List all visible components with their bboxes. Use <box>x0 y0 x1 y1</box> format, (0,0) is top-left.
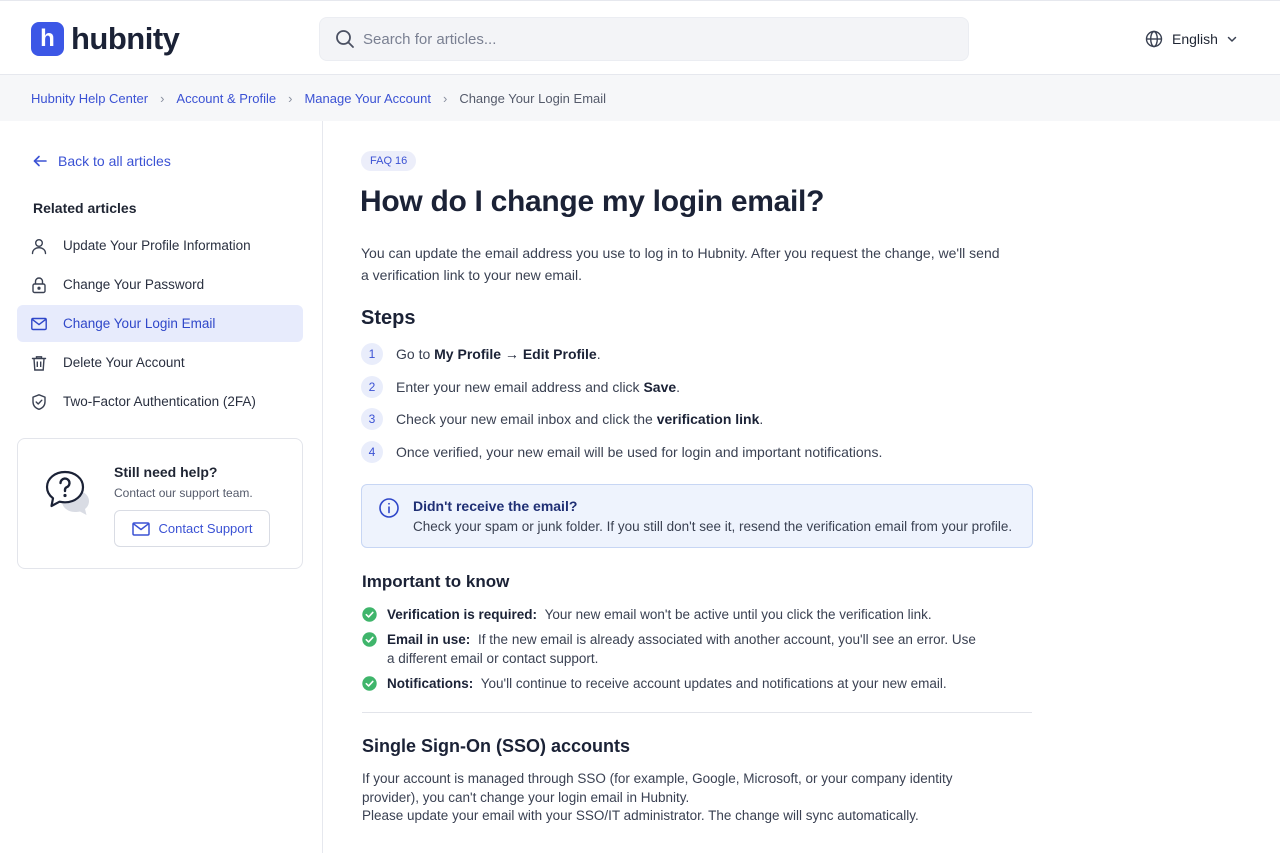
faq-badge: FAQ 16 <box>361 151 417 171</box>
user-icon <box>31 238 47 254</box>
chevron-right-icon: › <box>160 91 165 106</box>
important-item-label: Verification is required: <box>387 607 538 622</box>
related-article-2fa[interactable]: Two-Factor Authentication (2FA) <box>17 383 303 420</box>
section-divider <box>362 712 1032 713</box>
step-text: Once verified, your new email will be us… <box>396 443 883 460</box>
logo[interactable]: h hubnity <box>31 21 180 57</box>
trash-icon <box>31 355 47 371</box>
article: FAQ 16 How do I change my login email? Y… <box>324 121 1280 853</box>
steps-heading: Steps <box>361 307 416 329</box>
help-card: Still need help? Contact our support tea… <box>17 438 303 569</box>
info-icon <box>379 498 399 518</box>
help-subtitle: Contact our support team. <box>114 486 253 500</box>
sso-heading: Single Sign-On (SSO) accounts <box>362 736 631 756</box>
language-selector[interactable]: English <box>1145 30 1238 48</box>
related-article-label: Delete Your Account <box>63 355 185 370</box>
step-item: 4 Once verified, your new email will be … <box>361 440 883 463</box>
article-intro: You can update the email address you use… <box>361 245 1000 283</box>
sso-text-2: Please update your email with your SSO/I… <box>362 808 919 823</box>
top-header: h hubnity English <box>0 0 1280 75</box>
related-article-update-profile[interactable]: Update Your Profile Information <box>17 227 303 264</box>
breadcrumb-current: Change Your Login Email <box>459 91 607 106</box>
step-number: 3 <box>361 408 383 430</box>
step-item: 2 Enter your new email address and click… <box>361 375 882 398</box>
step-text: Go to My Profile → Edit Profile. <box>396 346 601 362</box>
related-article-change-password[interactable]: Change Your Password <box>17 266 303 303</box>
check-circle-icon <box>362 607 377 622</box>
shield-icon <box>32 393 46 410</box>
breadcrumb-link[interactable]: Hubnity Help Center <box>31 91 148 106</box>
search-bar[interactable] <box>319 17 969 61</box>
step-item: 3 Check your new email inbox and click t… <box>361 408 882 430</box>
notice-title: Didn't receive the email? <box>413 498 578 514</box>
breadcrumb-bar: Hubnity Help Center › Account & Profile … <box>0 75 1280 121</box>
search-input[interactable] <box>363 30 943 48</box>
contact-support-button[interactable]: Contact Support <box>114 510 270 547</box>
step-text: Check your new email inbox and click the… <box>396 411 764 427</box>
related-article-label: Update Your Profile Information <box>63 238 251 253</box>
important-item-label: Email in use: <box>387 632 471 647</box>
check-circle-icon <box>362 676 377 691</box>
related-article-label: Two-Factor Authentication (2FA) <box>63 394 256 409</box>
search-icon <box>336 30 354 48</box>
chevron-down-icon <box>1227 36 1237 42</box>
chevron-right-icon: › <box>288 91 293 106</box>
chevron-right-icon: › <box>442 91 448 106</box>
important-list: Verification is required: Your new email… <box>362 605 982 699</box>
related-article-label: Change Your Password <box>63 277 205 292</box>
back-label: Back to all articles <box>58 153 171 169</box>
contact-support-label: Contact Support <box>158 521 253 536</box>
lock-icon <box>32 276 46 293</box>
related-articles-list: Update Your Profile Information Change Y… <box>17 227 303 422</box>
important-heading: Important to know <box>362 572 510 591</box>
language-label: English <box>1172 31 1218 47</box>
related-article-label: Change Your Login Email <box>63 316 216 331</box>
back-to-articles-link[interactable]: Back to all articles <box>32 153 171 169</box>
help-title: Still need help? <box>114 464 218 480</box>
related-article-change-login-email[interactable]: Change Your Login Email <box>17 305 303 342</box>
important-item-text: You'll continue to receive account updat… <box>480 676 947 691</box>
page-title: How do I change my login email? <box>360 185 825 218</box>
steps-list: 1 Go to My Profile → Edit Profile. 2 Ent… <box>361 343 882 473</box>
important-item-text: If the new email is already associated w… <box>387 632 976 666</box>
arrow-left-icon <box>33 155 47 167</box>
notice-text: Check your spam or junk folder. If you s… <box>413 519 1013 534</box>
important-item: Verification is required: Your new email… <box>362 605 982 624</box>
mail-icon <box>131 521 150 536</box>
globe-icon <box>1145 30 1163 48</box>
breadcrumb: Hubnity Help Center › Account & Profile … <box>31 91 606 106</box>
info-notice: Didn't receive the email? Check your spa… <box>361 484 1033 548</box>
related-articles-heading: Related articles <box>33 200 137 216</box>
breadcrumb-link[interactable]: Manage Your Account <box>304 91 431 106</box>
important-item: Notifications: You'll continue to receiv… <box>362 674 982 693</box>
step-number: 1 <box>361 343 383 365</box>
logo-mark: h <box>31 22 64 56</box>
important-item-label: Notifications: <box>387 676 474 691</box>
step-number: 2 <box>361 375 383 398</box>
question-chat-icon <box>45 470 89 515</box>
step-number: 4 <box>361 440 383 463</box>
step-item: 1 Go to My Profile → Edit Profile. <box>361 343 882 365</box>
logo-text: hubnity <box>71 21 180 56</box>
breadcrumb-link[interactable]: Account & Profile <box>176 91 276 106</box>
related-article-delete-account[interactable]: Delete Your Account <box>17 344 303 381</box>
sidebar: Back to all articles Related articles Up… <box>0 121 323 853</box>
important-item: Email in use: If the new email is alread… <box>362 630 982 668</box>
important-item-text: Your new email won't be active until you… <box>544 607 932 622</box>
sso-text: If your account is managed through SSO (… <box>362 771 953 805</box>
mail-icon <box>31 317 47 330</box>
step-text: Enter your new email address and click S… <box>396 378 681 395</box>
check-circle-icon <box>362 632 377 647</box>
